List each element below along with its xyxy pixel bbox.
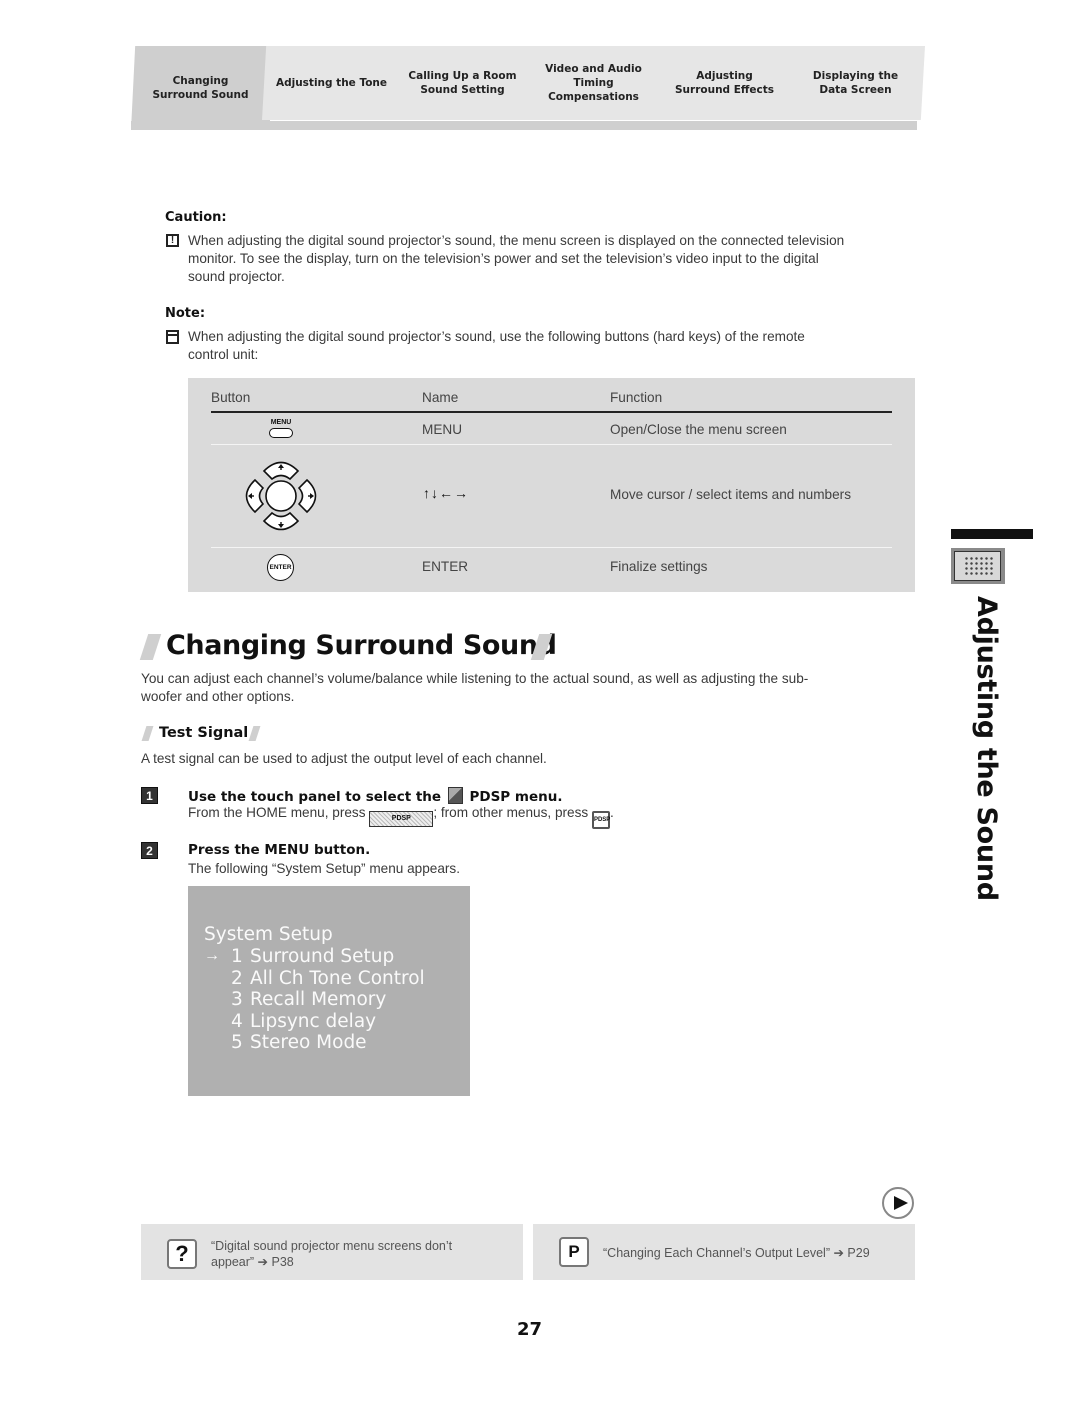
header-divider — [211, 411, 892, 413]
arrow-keys-name: ↑↓←→ — [423, 485, 469, 501]
chapter-tab-bar: Changing Surround Sound Adjusting the Ton… — [131, 46, 925, 131]
menu-item-lipsync-delay[interactable]: Lipsync delay — [250, 1011, 376, 1032]
tab-changing-surround-sound[interactable]: Changing Surround Sound — [131, 46, 270, 130]
tab-label: Data Screen — [819, 84, 892, 96]
tab-label: Changing — [172, 75, 229, 87]
tab-label: Surround Sound — [152, 89, 249, 101]
side-tab-bar — [951, 529, 1033, 539]
pdsp-small-button-icon: PDSP — [591, 811, 610, 829]
menu-item-number: 5 — [231, 1032, 243, 1053]
note-icon — [166, 330, 179, 344]
caution-line: When adjusting the digital sound project… — [188, 233, 845, 248]
step-title-text: Use the touch panel to select the — [188, 789, 442, 805]
tab-adjusting-surround-effects[interactable]: Adjusting Surround Effects — [655, 46, 794, 120]
subheading-slash-left — [141, 726, 154, 741]
subsection-text: A test signal can be used to adjust the … — [141, 751, 547, 766]
row-function: Move cursor / select items and numbers — [610, 487, 852, 502]
tab-label: Displaying the — [812, 70, 899, 82]
question-icon: ? — [167, 1239, 197, 1269]
side-chapter-title: Adjusting the Sound — [971, 596, 1002, 901]
reference-troubleshooting[interactable]: ? “Digital sound projector menu screens … — [141, 1224, 523, 1280]
reference-channel-output-level[interactable]: P “Changing Each Channel’s Output Level”… — [533, 1224, 915, 1280]
cursor-arrow-icon: → — [204, 947, 220, 964]
tab-label: Surround Effects — [674, 84, 775, 96]
tab-label: Timing — [573, 77, 614, 89]
tab-calling-up-room-sound[interactable]: Calling Up a Room Sound Setting — [393, 46, 532, 120]
menu-item-number: 4 — [231, 1011, 243, 1032]
exclamation-icon: ! — [166, 234, 179, 247]
caution-line: monitor. To see the display, turn on the… — [188, 251, 819, 266]
menu-item-number: 2 — [231, 968, 243, 989]
tab-adjusting-the-tone[interactable]: Adjusting the Tone — [262, 46, 401, 120]
step-text-part: From the HOME menu, press — [188, 805, 366, 820]
row-name: ENTER — [422, 559, 469, 574]
caution-text: When adjusting the digital sound project… — [188, 232, 844, 286]
note-text: When adjusting the digital sound project… — [188, 328, 805, 364]
step-text-part: ; from other menus, press — [433, 805, 589, 820]
step-number: 1 — [141, 787, 158, 804]
tab-label: Adjusting — [696, 70, 753, 82]
row-divider — [211, 547, 892, 548]
page-reference-icon: P — [559, 1237, 589, 1267]
note-heading: Note: — [165, 306, 206, 321]
menu-item-stereo-mode[interactable]: Stereo Mode — [250, 1032, 367, 1053]
column-header-function: Function — [610, 390, 663, 405]
system-setup-screen: System Setup → 1 Surround Setup 2 All Ch… — [188, 886, 470, 1096]
caution-line: sound projector. — [188, 269, 285, 284]
tab-label: Compensations — [548, 91, 639, 103]
menu-item-surround-setup[interactable]: Surround Setup — [250, 946, 394, 967]
subsection-title: Test Signal — [159, 725, 249, 741]
tab-displaying-data-screen[interactable]: Displaying the Data Screen — [786, 46, 925, 120]
next-page-button[interactable] — [882, 1187, 914, 1219]
menu-item-recall-memory[interactable]: Recall Memory — [250, 989, 386, 1010]
tab-label: Sound Setting — [420, 84, 505, 96]
reference-line: appear” ➔ P38 — [211, 1255, 294, 1269]
row-name: MENU — [422, 422, 463, 437]
step-title: Press the MENU button. — [188, 842, 371, 858]
row-divider — [211, 444, 892, 445]
pdsp-home-button-icon: PDSP — [369, 811, 434, 827]
step-title-text: PDSP menu. — [469, 789, 563, 805]
tab-video-audio-timing[interactable]: Video and Audio Timing Compensations — [524, 46, 663, 120]
enter-button-icon: ENTER — [267, 554, 294, 581]
menu-item-all-ch-tone-control[interactable]: All Ch Tone Control — [250, 968, 425, 989]
reference-line: “Digital sound projector menu screens do… — [211, 1239, 453, 1253]
note-line: control unit: — [188, 347, 259, 362]
column-header-button: Button — [211, 390, 251, 405]
row-function: Finalize settings — [610, 559, 708, 574]
cursor-pad-icon — [245, 461, 317, 531]
speaker-grid-icon — [951, 548, 1005, 584]
page-number: 27 — [517, 1319, 543, 1340]
pdsp-menu-icon — [447, 787, 463, 804]
menu-button-icon: MENU — [268, 419, 294, 438]
menu-item-number: 3 — [231, 989, 243, 1010]
section-intro: You can adjust each channel’s volume/bal… — [141, 670, 808, 706]
step-number: 2 — [141, 842, 158, 859]
subheading-slash-right — [248, 726, 261, 741]
tab-label: Calling Up a Room — [408, 70, 517, 82]
step-text: From the HOME menu, press PDSP; from oth… — [188, 805, 614, 829]
tab-label: Adjusting the Tone — [275, 77, 388, 89]
screen-title: System Setup — [204, 924, 333, 945]
menu-item-number: 1 — [231, 946, 243, 967]
tab-label: Video and Audio — [545, 63, 642, 75]
heading-slash-left — [139, 634, 162, 660]
section-title: Changing Surround Sound — [166, 630, 557, 661]
step-title: Use the touch panel to select the PDSP m… — [188, 787, 562, 805]
reference-text: “Digital sound projector menu screens do… — [211, 1238, 452, 1270]
remote-buttons-table: Button Name Function MENU MENU Open/Clos… — [188, 378, 915, 592]
intro-line: woofer and other options. — [141, 689, 295, 704]
note-line: When adjusting the digital sound project… — [188, 329, 805, 344]
caution-heading: Caution: — [165, 210, 227, 225]
row-function: Open/Close the menu screen — [610, 422, 787, 437]
reference-text: “Changing Each Channel’s Output Level” ➔… — [603, 1246, 870, 1260]
step-text: The following “System Setup” menu appear… — [188, 861, 461, 876]
menu-button-label: MENU — [270, 419, 292, 426]
intro-line: You can adjust each channel’s volume/bal… — [141, 671, 809, 686]
step-text-part: . — [609, 805, 614, 820]
column-header-name: Name — [422, 390, 459, 405]
